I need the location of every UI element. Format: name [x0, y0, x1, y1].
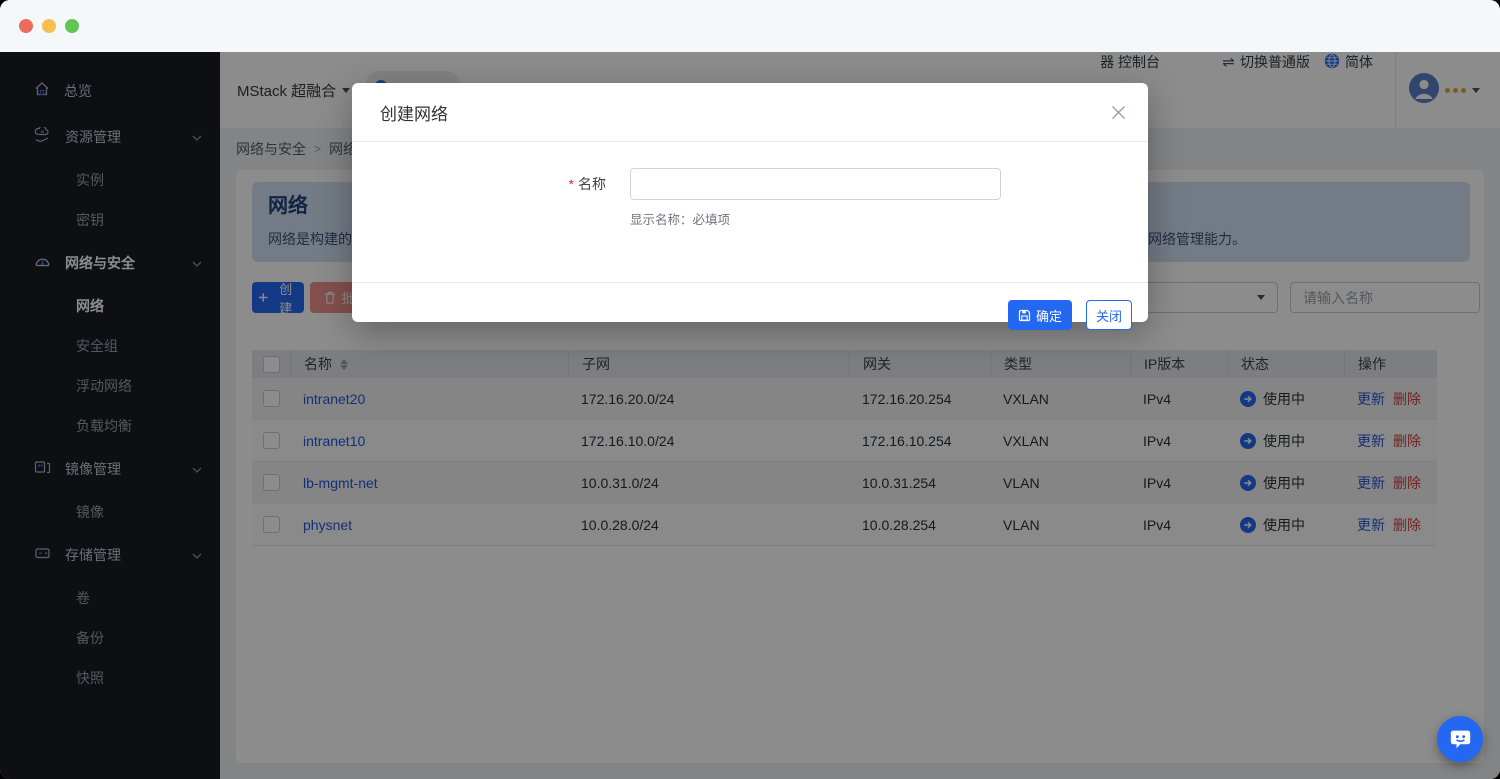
create-network-modal: 创建网络 *名称 显示名称：必填项 确定 关闭	[352, 83, 1148, 322]
save-icon	[1018, 309, 1031, 322]
close-icon[interactable]	[1111, 105, 1126, 120]
name-field-label: *名称	[352, 168, 630, 200]
window-close-button[interactable]	[19, 19, 33, 33]
support-chat-button[interactable]	[1437, 716, 1483, 762]
network-name-input[interactable]	[630, 168, 1001, 200]
modal-title: 创建网络	[380, 100, 448, 125]
close-button-label: 关闭	[1096, 306, 1122, 325]
app-window: 总览 资源管理 实例 密钥 网络与安全 网络 安全组 浮动网络 负载均衡 镜像管…	[0, 0, 1500, 779]
confirm-button-label: 确定	[1036, 306, 1062, 325]
confirm-button[interactable]: 确定	[1008, 300, 1072, 330]
modal-footer: 确定 关闭	[352, 282, 1148, 347]
name-label-text: 名称	[578, 176, 606, 192]
modal-body: *名称 显示名称：必填项	[352, 168, 1148, 282]
window-zoom-button[interactable]	[65, 19, 79, 33]
window-minimize-button[interactable]	[42, 19, 56, 33]
required-asterisk: *	[569, 176, 574, 192]
close-button[interactable]: 关闭	[1086, 300, 1132, 330]
window-titlebar	[0, 0, 1500, 52]
modal-header: 创建网络	[352, 83, 1148, 142]
chat-smiley-icon	[1448, 727, 1473, 752]
name-field-hint: 显示名称：必填项	[630, 209, 1148, 228]
